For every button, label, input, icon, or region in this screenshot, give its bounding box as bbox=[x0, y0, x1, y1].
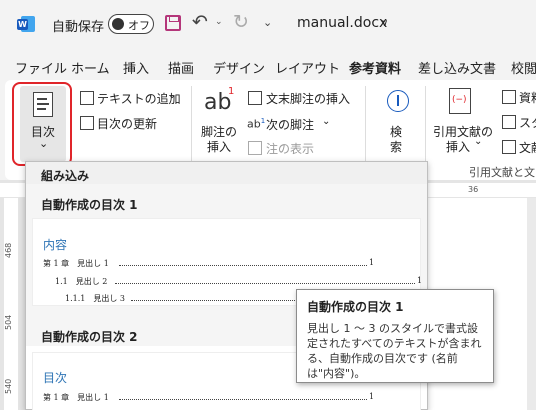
preview-page-number: 1 bbox=[417, 276, 423, 285]
preview-line: 第 1 章 見出し 1 bbox=[43, 259, 109, 268]
add-text-chevron-icon[interactable]: ⌄ bbox=[168, 90, 176, 101]
tooltip-body: 見出し 1 ～ 3 のスタイルで書式設定されたすべてのテキストが含まれる、自動作… bbox=[307, 322, 482, 380]
redo-icon[interactable]: ↻ bbox=[233, 11, 249, 33]
group-divider bbox=[425, 86, 426, 166]
update-toc-button[interactable]: 目次の更新 bbox=[97, 115, 157, 132]
preview-line: 第 1 章 見出し 1 bbox=[43, 393, 109, 402]
tab-file[interactable]: ファイル bbox=[15, 58, 67, 77]
toc-style-1-title: 自動作成の目次 1 bbox=[41, 198, 138, 212]
undo-icon[interactable]: ↶ bbox=[192, 11, 208, 33]
group-divider bbox=[365, 86, 366, 166]
add-text-icon bbox=[80, 91, 94, 105]
document-filename[interactable]: manual.docx bbox=[297, 15, 387, 31]
next-footnote-chevron-icon[interactable]: ⌄ bbox=[322, 116, 330, 127]
tab-references[interactable]: 参考資料 bbox=[349, 58, 402, 83]
style-icon bbox=[502, 115, 516, 129]
preview-leader bbox=[115, 278, 415, 284]
manage-sources-button[interactable]: 資料文 bbox=[519, 89, 536, 106]
preview-line: 1.1 見出し 2 bbox=[55, 277, 108, 286]
tooltip-title: 自動作成の目次 1 bbox=[307, 300, 404, 314]
endnote-icon bbox=[248, 91, 262, 105]
tab-design[interactable]: デザイン bbox=[213, 58, 265, 77]
preview-leader bbox=[131, 295, 301, 301]
preview-line: 1.1.1 見出し 3 bbox=[65, 294, 125, 303]
tab-review[interactable]: 校閲 bbox=[511, 58, 536, 77]
gallery-header: 組み込み bbox=[26, 162, 427, 184]
ruler-mark: 540 bbox=[4, 378, 13, 394]
toc-button-highlight bbox=[12, 82, 72, 166]
ruler-mark: 504 bbox=[4, 314, 13, 330]
show-notes-button[interactable]: 注の表示 bbox=[266, 140, 314, 157]
tab-layout[interactable]: レイアウト bbox=[275, 58, 340, 77]
tab-draw[interactable]: 描画 bbox=[168, 58, 194, 77]
toggle-knob bbox=[112, 18, 124, 30]
tab-home[interactable]: ホーム bbox=[71, 58, 110, 77]
insert-endnote-button[interactable]: 文末脚注の挿入 bbox=[266, 90, 350, 107]
preview-page-number: 1 bbox=[369, 392, 375, 401]
ruler-mark: 468 bbox=[4, 242, 13, 258]
next-footnote-button[interactable]: 次の脚注 bbox=[266, 116, 314, 133]
update-toc-icon bbox=[80, 116, 94, 130]
autosave-toggle[interactable]: オフ bbox=[108, 14, 154, 34]
preview-leader bbox=[119, 260, 367, 266]
show-notes-icon bbox=[248, 141, 262, 155]
group-label-citations: 引用文献と文 bbox=[469, 166, 535, 179]
group-divider bbox=[191, 86, 192, 166]
insert-citation-chevron-icon[interactable]: ⌄ bbox=[474, 136, 482, 147]
vertical-scrollbar[interactable] bbox=[527, 198, 536, 410]
preview-leader bbox=[119, 394, 367, 400]
bibliography-icon bbox=[502, 140, 516, 154]
preview-heading: 内容 bbox=[43, 238, 68, 252]
insert-citation-line2[interactable]: 挿入 bbox=[446, 138, 470, 155]
filename-chevron-icon[interactable]: ∨ bbox=[381, 18, 388, 29]
ruler-mark: 36 bbox=[468, 185, 479, 194]
search-line2[interactable]: 索 bbox=[390, 138, 402, 155]
insert-citation-icon: (−) bbox=[449, 88, 471, 114]
toc-style-2-title: 自動作成の目次 2 bbox=[41, 330, 138, 344]
ribbon-tabs: ファイル ホーム 挿入 描画 デザイン レイアウト 参考資料 差し込み文書 校閲 bbox=[0, 50, 536, 83]
preview-heading: 目次 bbox=[43, 371, 68, 385]
autosave-label: 自動保存 bbox=[52, 20, 105, 35]
preview-page-number: 1 bbox=[369, 258, 375, 267]
word-icon: W bbox=[17, 15, 35, 33]
undo-dropdown-icon[interactable]: ⌄ bbox=[215, 17, 223, 27]
title-bar: W 自動保存 オフ ↶ ⌄ ↻ ⌄ manual.docx ∨ bbox=[0, 0, 536, 50]
search-icon bbox=[387, 90, 409, 112]
style-button[interactable]: スタ bbox=[519, 114, 536, 131]
footnote-superscript-icon: 1 bbox=[228, 86, 235, 97]
tooltip: 自動作成の目次 1 見出し 1 ～ 3 のスタイルで書式設定されたすべてのテキス… bbox=[296, 289, 494, 383]
tab-mailings[interactable]: 差し込み文書 bbox=[418, 58, 496, 77]
bibliography-button[interactable]: 文献 bbox=[519, 139, 536, 156]
next-footnote-icon: ab1 bbox=[247, 117, 266, 131]
save-icon[interactable] bbox=[165, 15, 181, 31]
manage-sources-icon bbox=[502, 90, 516, 104]
insert-footnote-line2[interactable]: 挿入 bbox=[207, 138, 231, 155]
customize-qat-icon[interactable]: ⌄ bbox=[263, 16, 272, 29]
toggle-label: オフ bbox=[128, 19, 150, 32]
tab-insert[interactable]: 挿入 bbox=[123, 58, 149, 77]
